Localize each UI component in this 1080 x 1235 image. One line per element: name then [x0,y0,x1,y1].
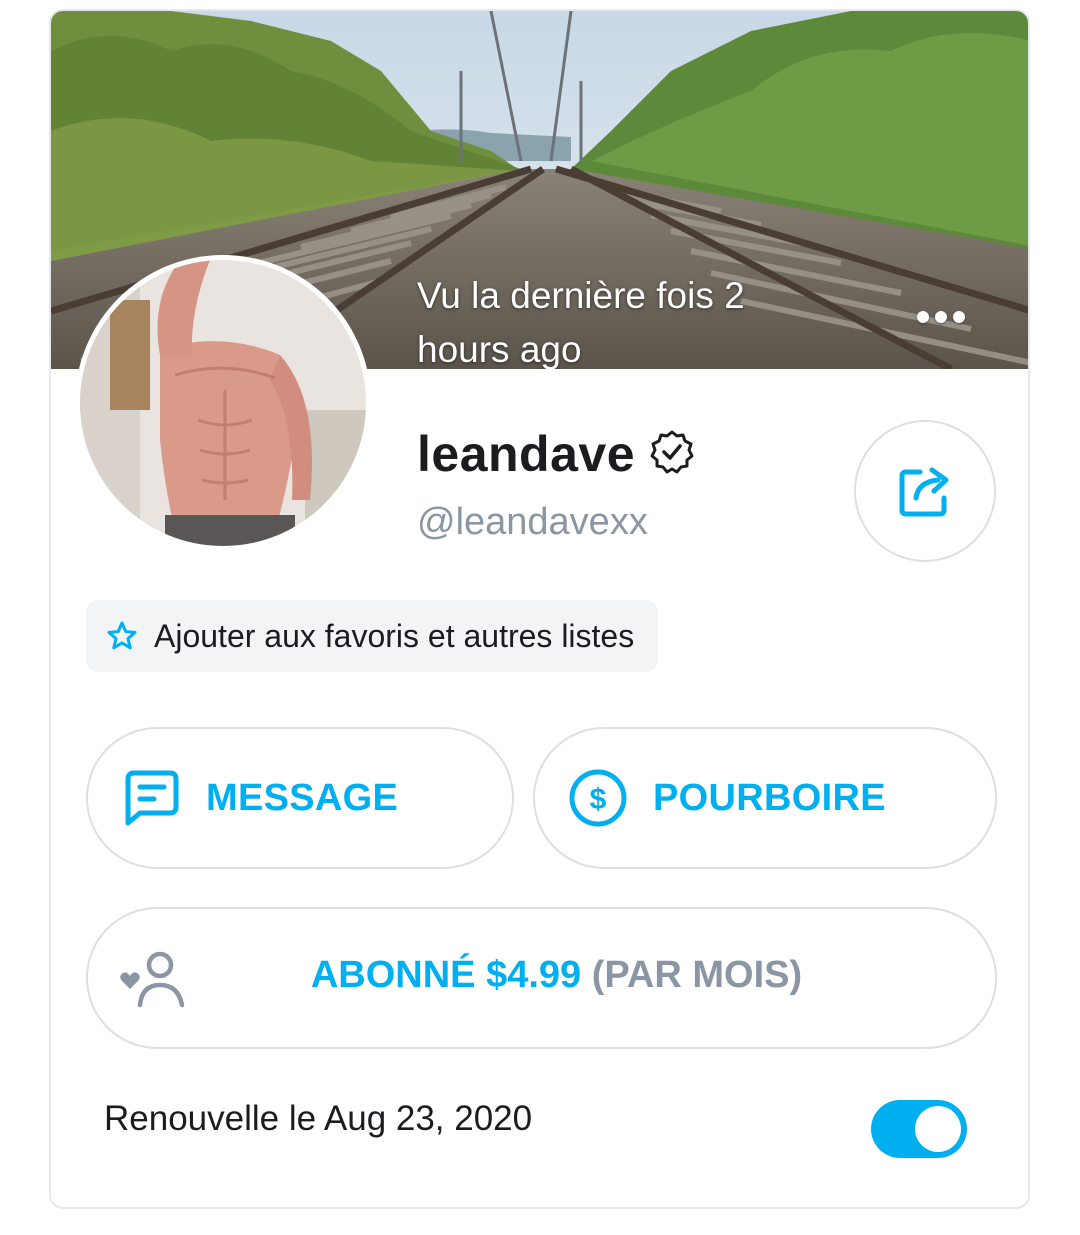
avatar[interactable] [75,255,371,551]
subscription-price: ABONNÉ $4.99 [310,954,582,996]
more-horizontal-icon [917,311,929,323]
tip-button[interactable]: $ POURBOIRE [533,727,997,869]
toggle-knob [915,1106,961,1152]
more-dot [935,311,947,323]
auto-renew-toggle[interactable] [871,1100,967,1158]
more-options-button[interactable] [909,297,973,337]
profile-card: Vu la dernière fois 2 hours ago leandave… [49,9,1030,1209]
tip-label: POURBOIRE [653,776,886,819]
dollar-circle-icon: $ [569,769,627,827]
star-icon [107,621,137,650]
username-handle: @leandavexx [417,501,648,543]
share-icon [899,467,949,517]
subscription-label: ABONNÉ $4.99 (PAR MOIS) [88,954,995,997]
subscription-button[interactable]: ABONNÉ $4.99 (PAR MOIS) [86,907,997,1049]
share-button[interactable] [854,420,996,562]
message-icon [125,770,179,826]
add-to-favorites-label: Ajouter aux favoris et autres listes [154,617,635,654]
message-button[interactable]: MESSAGE [86,727,514,869]
verified-badge-icon [649,429,695,480]
more-dot [953,311,965,323]
subscription-period: (PAR MOIS) [591,954,803,996]
svg-text:$: $ [590,783,607,816]
add-to-favorites-button[interactable]: Ajouter aux favoris et autres listes [86,600,659,672]
renewal-date-text: Renouvelle le Aug 23, 2020 [104,1099,533,1138]
avatar-photo [80,260,366,546]
display-name: leandave [417,426,636,482]
name-row: leandave [417,425,695,483]
message-label: MESSAGE [206,776,399,819]
last-seen-text: Vu la dernière fois 2 hours ago [417,275,745,369]
